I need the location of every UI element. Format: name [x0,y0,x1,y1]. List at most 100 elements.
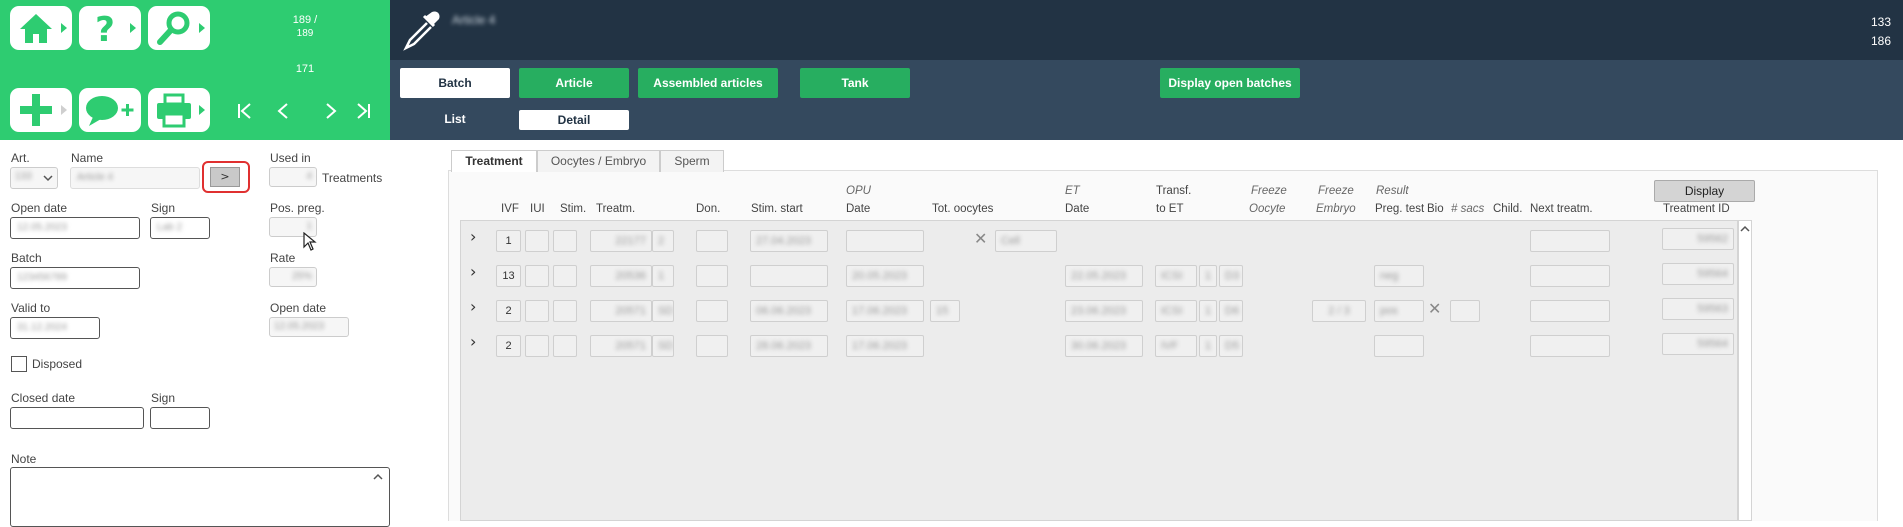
cell-transf[interactable]: ICSI [1155,265,1197,287]
display-open-batches-button[interactable]: Display open batches [1160,68,1300,98]
tab-batch[interactable]: Batch [400,68,510,98]
closed-date-field[interactable] [10,407,144,429]
table-row[interactable]: › 2 20571 SD 06.06.2023 17.06.2023 15 23… [462,294,1738,326]
comment-button[interactable] [79,88,141,132]
add-button[interactable] [10,88,72,132]
cell-iui[interactable] [525,265,549,287]
cell-treatm[interactable]: 20571 [590,300,652,322]
previous-record-button[interactable] [275,101,291,125]
cell-iui[interactable] [525,300,549,322]
batch-field[interactable]: 123456789 [10,267,140,289]
cell-tot-oocytes[interactable]: 15 [930,300,960,322]
cell-stim[interactable] [553,335,577,357]
art-select[interactable]: 133 [10,167,58,189]
grid-scrollbar[interactable] [1738,220,1752,521]
cell-et-date[interactable]: 23.06.2023 [1065,300,1143,322]
cell-stim[interactable] [553,300,577,322]
tab-article[interactable]: Article [519,68,629,98]
cell-tid-value: 59562 [1697,233,1728,245]
cell-treatm-n-value: 1 [658,270,665,282]
search-button[interactable] [148,6,210,50]
cell-next-treatm[interactable] [1530,230,1610,252]
cell-opu-date[interactable]: 17.06.2023 [846,335,924,357]
cell-stim[interactable] [553,265,577,287]
cell-transf[interactable]: ICSI [1155,300,1197,322]
scroll-up-icon[interactable] [1740,225,1750,233]
cell-next-treatm[interactable] [1530,300,1610,322]
cell-next-treatm[interactable] [1530,265,1610,287]
cell-stim-start[interactable]: 28.06.2023 [750,335,828,357]
table-row[interactable]: › 1 22177 2 27.04.2023 ✕ Cell 59562 [462,224,1738,256]
cell-stim[interactable] [553,230,577,252]
open-date-field[interactable]: 12.05.2023 [10,217,140,239]
cell-don[interactable] [696,265,728,287]
cell-opu-date[interactable] [846,230,924,252]
tab-treatment[interactable]: Treatment [451,150,537,172]
cell-ivf[interactable]: 13 [496,265,521,287]
cell-tid-value: 59564 [1697,338,1728,350]
table-row[interactable]: › 2 20571 SD 28.06.2023 17.06.2023 30.06… [462,329,1738,361]
cell-don[interactable] [696,230,728,252]
help-button[interactable]: ? [79,6,141,50]
last-record-button[interactable] [355,101,371,125]
name-field[interactable]: Article 4 [70,167,200,189]
display-button[interactable]: Display [1654,180,1755,202]
cell-et-date[interactable]: 22.05.2023 [1065,265,1143,287]
tab-oocytes-embryo[interactable]: Oocytes / Embryo [537,150,660,172]
cell-transf-n: 1 [1199,335,1217,357]
disposed-checkbox[interactable] [11,356,27,372]
cell-don[interactable] [696,335,728,357]
expand-row-icon[interactable]: › [470,262,476,281]
cell-preg-test[interactable]: neg [1374,265,1424,287]
expand-row-icon[interactable]: › [470,227,476,246]
tab-sperm[interactable]: Sperm [660,150,724,172]
cell-don[interactable] [696,300,728,322]
cell-treatm[interactable]: 20571 [590,335,652,357]
sign-field[interactable]: Lab 2 [150,217,210,239]
cell-cell[interactable]: Cell [995,230,1057,252]
valid-to-field[interactable]: 31.12.2024 [10,317,100,339]
cell-opu-date[interactable]: 20.05.2023 [846,265,924,287]
first-record-button[interactable] [237,101,253,125]
cell-ivf[interactable]: 1 [496,230,521,252]
expand-row-icon[interactable]: › [470,332,476,351]
table-row[interactable]: › 13 20536 1 20.05.2023 22.05.2023 ICSI … [462,259,1738,291]
col-iui: IUI [530,203,545,215]
close-icon[interactable]: ✕ [974,229,987,248]
tab-assembled-articles[interactable]: Assembled articles [638,68,778,98]
close-icon[interactable]: ✕ [1428,299,1441,318]
cell-treatm[interactable]: 22177 [590,230,652,252]
next-record-button[interactable] [323,101,339,125]
print-button[interactable] [148,88,210,132]
tab-tank[interactable]: Tank [800,68,910,98]
closed-sign-label: Sign [151,391,176,405]
counter-total: 189 [296,28,314,39]
cell-next-treatm[interactable] [1530,335,1610,357]
scroll-up-icon[interactable] [373,473,383,481]
cell-preg-test[interactable]: pos [1374,300,1424,322]
cell-iui[interactable] [525,335,549,357]
note-textarea[interactable] [10,467,390,527]
cell-stim-start[interactable] [750,265,828,287]
tab-detail[interactable]: Detail [519,110,629,130]
tab-list[interactable]: List [400,112,510,126]
open-article-button[interactable]: > [210,167,240,187]
col-result: Result [1376,185,1409,197]
cell-opu-date[interactable]: 17.06.2023 [846,300,924,322]
cell-ivf[interactable]: 2 [496,335,521,357]
printer-icon [157,93,191,128]
cell-treatm[interactable]: 20536 [590,265,652,287]
cell-freeze-embryo[interactable]: 2 / 3 [1312,300,1366,322]
cell-preg-test[interactable] [1374,335,1424,357]
cell-ivf[interactable]: 2 [496,300,521,322]
cell-iui[interactable] [525,230,549,252]
cell-transf[interactable]: IVF [1155,335,1197,357]
expand-row-icon[interactable]: › [470,297,476,316]
home-button[interactable] [10,6,72,50]
cell-et-date[interactable]: 30.06.2023 [1065,335,1143,357]
cell-stim-start[interactable]: 27.04.2023 [750,230,828,252]
closed-sign-field[interactable] [150,407,210,429]
cell-stim-start[interactable]: 06.06.2023 [750,300,828,322]
open-date2-value: 12.05.2023 [274,321,325,332]
cell-sacs[interactable] [1450,300,1480,322]
